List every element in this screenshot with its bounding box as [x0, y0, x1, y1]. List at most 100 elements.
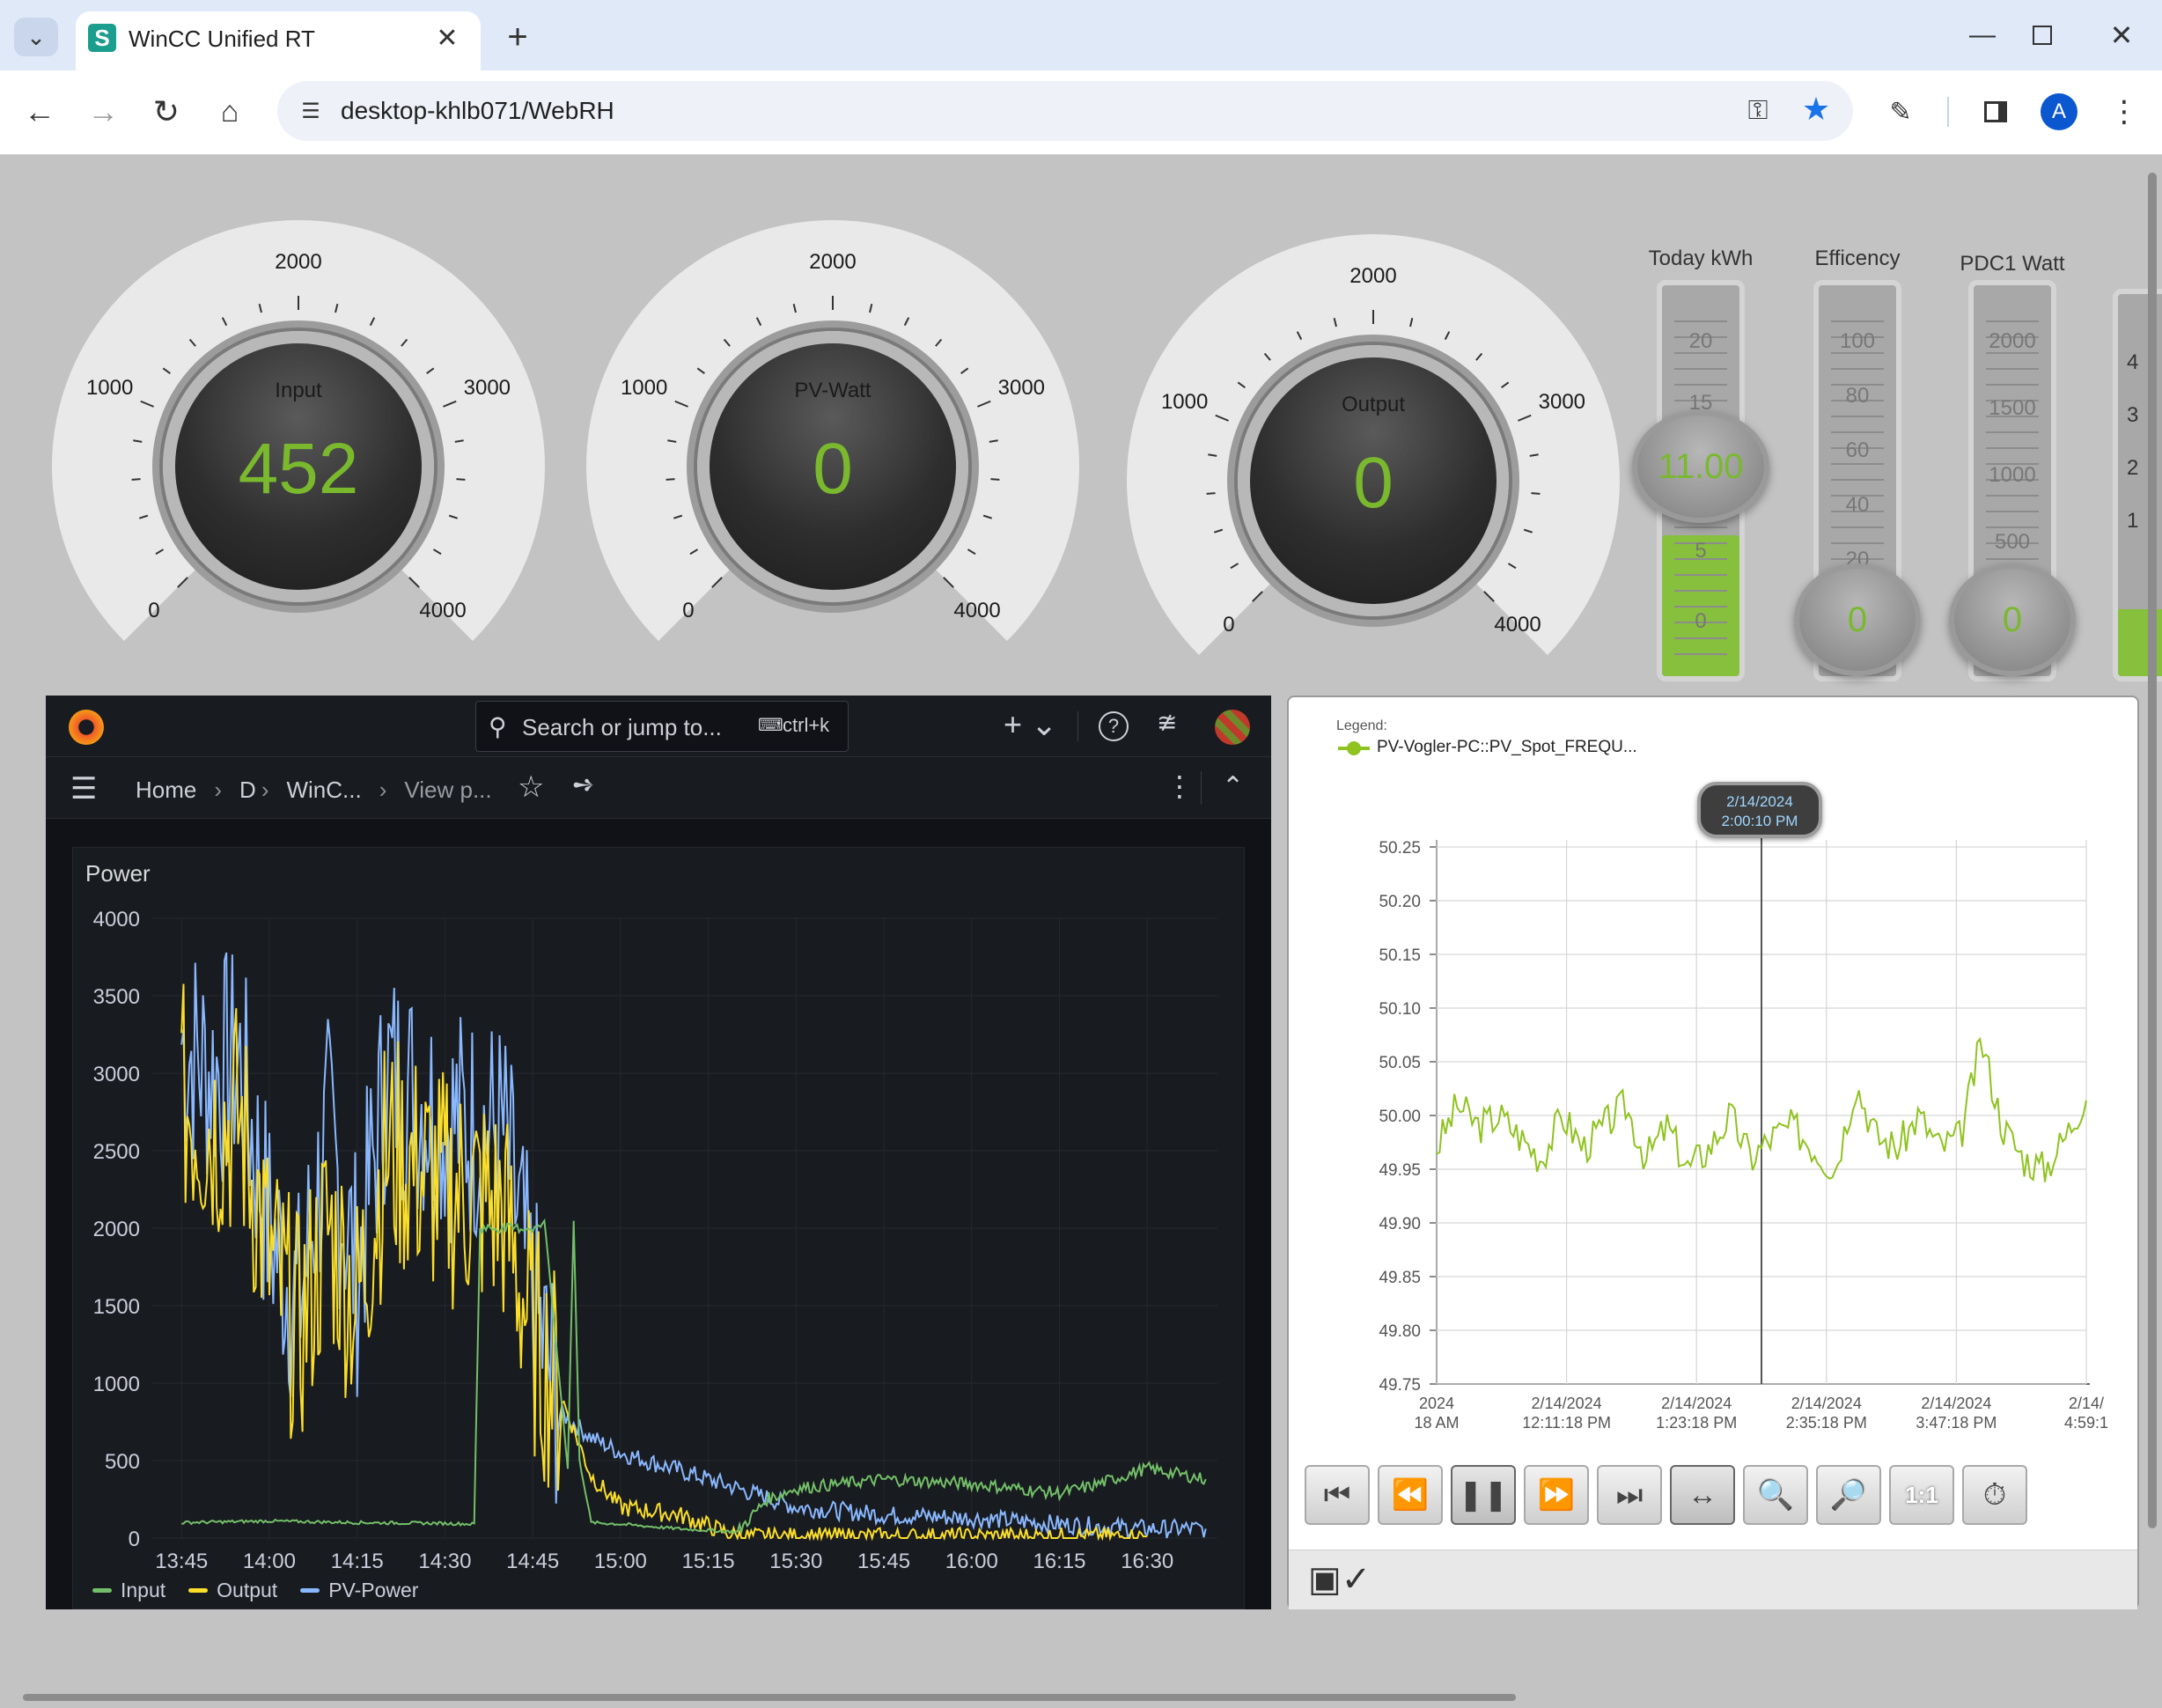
pause-icon[interactable]: ❚❚: [1451, 1465, 1516, 1525]
bar-scale-line: [1986, 368, 2039, 370]
news-rss-icon[interactable]: ≇: [1157, 708, 1177, 737]
password-key-icon[interactable]: ⚿: [1739, 92, 1777, 130]
divider: [1077, 711, 1078, 741]
bar-scale-line: [1831, 479, 1884, 481]
gauge-tick-label: 3000: [1538, 390, 1586, 415]
bar-scale-line: [1674, 637, 1727, 639]
zoom-area-icon[interactable]: 🔍: [1743, 1465, 1808, 1525]
grafana-topbar: ⚲ Search or jump to... ⌨ ctrl+k + ⌄ ? ≇: [46, 696, 1271, 757]
gauge-tick-label: 1000: [620, 376, 668, 401]
bar-scale-line: [1674, 653, 1727, 655]
grafana-logo-icon[interactable]: [69, 710, 104, 745]
ruler-cursor-icon[interactable]: ↔: [1670, 1465, 1735, 1525]
close-window-icon[interactable]: ✕: [2095, 16, 2148, 55]
rewind-icon[interactable]: ⏪: [1378, 1465, 1443, 1525]
bar-scale-label: 20: [1688, 329, 1713, 353]
browser-menu-icon[interactable]: ⋮: [2104, 92, 2144, 132]
menu-icon[interactable]: ☰: [70, 771, 97, 806]
horizontal-scrollbar[interactable]: [23, 1694, 1516, 1701]
add-icon[interactable]: + ⌄: [1004, 706, 1057, 743]
y-tick-label: 500: [105, 1450, 140, 1474]
bar-scale-label: 1500: [1989, 396, 2036, 420]
y-tick-label: 50.25: [1379, 839, 1421, 858]
side-panel-icon[interactable]: [1975, 92, 2016, 132]
extensions-icon[interactable]: ✎: [1880, 92, 1921, 132]
bookmark-star-icon[interactable]: ★: [1797, 90, 1835, 129]
breadcrumb-home[interactable]: Home: [136, 777, 196, 804]
site-info-icon[interactable]: ☰: [291, 92, 330, 130]
legend-item[interactable]: Input: [92, 1579, 165, 1602]
x-tick-label: 16:30: [1121, 1550, 1173, 1570]
status-bar: ▣✓: [1289, 1550, 2137, 1609]
bar-scale-line: [1674, 590, 1727, 592]
screen-objects-icon[interactable]: ▣✓: [1308, 1559, 1371, 1600]
back-icon[interactable]: ←: [19, 92, 60, 132]
zoom-in-icon[interactable]: 🔎: [1816, 1465, 1881, 1525]
x-tick-label: 13:45: [155, 1550, 208, 1570]
user-avatar[interactable]: [1215, 710, 1250, 745]
avatar[interactable]: A: [2041, 93, 2077, 130]
favicon-icon: S: [88, 24, 116, 52]
original-size-icon[interactable]: 1:1: [1889, 1465, 1954, 1525]
x-tick-label: 14:15: [331, 1550, 384, 1570]
gauge-face: Output 0: [1238, 345, 1509, 616]
help-icon[interactable]: ?: [1099, 711, 1129, 741]
collapse-icon[interactable]: ⌃: [1222, 771, 1244, 802]
y-tick-label: 50.10: [1379, 1000, 1421, 1019]
minimize-icon[interactable]: —: [1956, 16, 2009, 55]
kebab-menu-icon[interactable]: ⋮: [1166, 769, 1194, 803]
share-icon[interactable]: ➺: [572, 769, 594, 800]
x-tick-label: 15:00: [594, 1550, 647, 1570]
bar-scale-label: 0: [1695, 609, 1707, 633]
x-tick-label: 15:15: [682, 1550, 735, 1570]
new-tab-button[interactable]: +: [498, 18, 537, 56]
gauge-tick-label: 0: [682, 599, 695, 623]
legend-item[interactable]: Output: [188, 1579, 277, 1602]
page-scrollbar[interactable]: [2148, 173, 2157, 1528]
gauge-tick-label: 4000: [1494, 613, 1541, 637]
tab-search-button[interactable]: ⌄: [14, 18, 58, 56]
search-box[interactable]: ⚲ Search or jump to... ⌨ ctrl+k: [475, 701, 849, 752]
fast-forward-icon[interactable]: ⏩: [1524, 1465, 1589, 1525]
breadcrumb-dashboards[interactable]: D: [239, 777, 256, 804]
reload-icon[interactable]: ↻: [146, 92, 187, 132]
legend-item[interactable]: PV-Power: [300, 1579, 418, 1602]
toolbar-divider: [1947, 97, 1949, 127]
last-icon[interactable]: ⏭: [1597, 1465, 1662, 1525]
legend-item[interactable]: PV-Vogler-PC::PV_Spot_FREQU...: [1377, 738, 1637, 757]
x-tick-label: 1:23:18 PM: [1656, 1414, 1737, 1432]
maximize-icon[interactable]: [2016, 16, 2069, 55]
bar-scale-label: 60: [1845, 438, 1870, 462]
bar-gauge-value: 11.00: [1632, 410, 1769, 523]
forward-icon[interactable]: →: [83, 92, 123, 132]
first-icon[interactable]: ⏮: [1305, 1465, 1370, 1525]
search-placeholder: Search or jump to...: [522, 714, 722, 740]
bar-scale-line: [1986, 384, 2039, 386]
star-icon[interactable]: ☆: [518, 769, 544, 805]
bar-scale-line: [1674, 384, 1727, 386]
bar-scale-line: [1674, 606, 1727, 607]
legend-label: Input: [121, 1579, 166, 1601]
home-icon[interactable]: ⌂: [210, 92, 250, 132]
address-bar[interactable]: ☰ desktop-khlb071/WebRH ⚿ ★: [277, 81, 1853, 141]
trend-cursor-label[interactable]: 2/14/2024 2:00:10 PM: [1697, 782, 1822, 838]
y-tick-label: 0: [129, 1528, 140, 1551]
active-tab[interactable]: S WinCC Unified RT ✕: [76, 11, 481, 70]
y-tick-label: 49.85: [1379, 1269, 1421, 1287]
x-tick-label: 2/14/2024: [1791, 1395, 1862, 1412]
bar-scale-label: 1000: [1989, 463, 2036, 487]
tab-title: WinCC Unified RT: [129, 26, 315, 52]
breadcrumb-wincc[interactable]: WinC...: [286, 777, 361, 804]
bar-scale-line: [1831, 368, 1884, 370]
y-tick-label: 3000: [93, 1063, 140, 1086]
x-tick-label: 18 AM: [1414, 1414, 1459, 1432]
close-tab-icon[interactable]: ✕: [431, 22, 463, 54]
gauge-1: 0 1000 2000 3000 4000 Input 452: [52, 220, 545, 713]
bar-scale-line: [1831, 463, 1884, 465]
keyboard-icon: ⌨: [758, 716, 783, 735]
x-tick-label: 16:15: [1033, 1550, 1085, 1570]
stopwatch-icon[interactable]: ⏱: [1962, 1465, 2027, 1525]
gauge-tick-label: 4000: [953, 599, 1001, 623]
bar-scale-line: [1674, 320, 1727, 322]
gauge-face: PV-Watt 0: [697, 331, 968, 602]
